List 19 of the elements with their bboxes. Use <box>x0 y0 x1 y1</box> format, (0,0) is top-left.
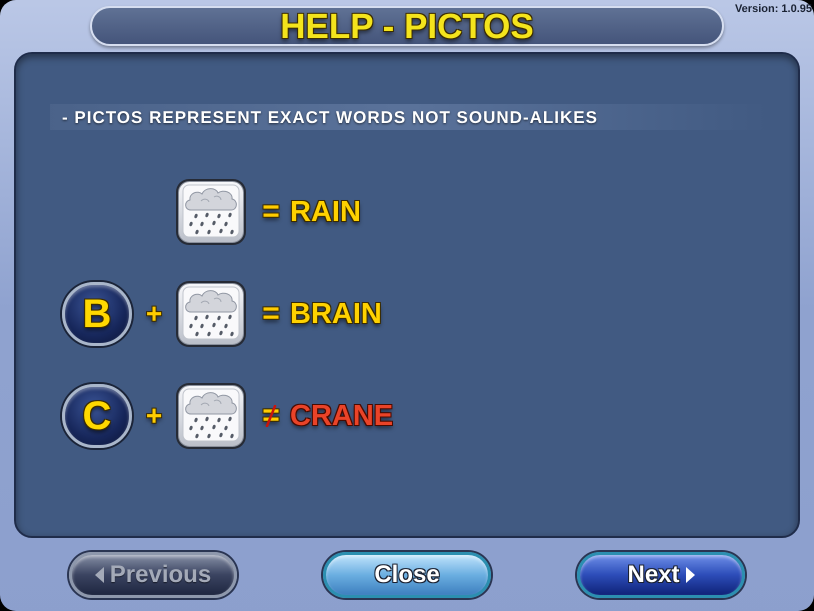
next-button[interactable]: Next <box>577 552 745 598</box>
equals-sign: = <box>262 197 280 227</box>
rain-cloud-icon <box>176 179 246 245</box>
version-label: Version: 1.0.95 <box>734 4 812 15</box>
rain-cloud-icon <box>176 383 246 449</box>
instruction-text: - PICTOS REPRESENT EXACT WORDS NOT SOUND-ALIKES <box>62 108 598 126</box>
letter-token: C <box>62 384 132 448</box>
window-title: HELP - PICTOS <box>280 8 534 44</box>
rain-cloud-icon <box>176 281 246 347</box>
result-word: CRANE <box>290 402 394 430</box>
plus-sign: + <box>144 402 164 430</box>
letter-token: B <box>62 282 132 346</box>
close-button[interactable]: Close <box>323 552 491 598</box>
result-word: BRAIN <box>290 300 382 328</box>
caret-right-icon <box>686 566 695 582</box>
equals-sign: = <box>262 299 280 329</box>
caret-left-icon <box>94 566 104 582</box>
result-word: RAIN <box>290 198 361 226</box>
plus-sign: + <box>144 300 164 328</box>
